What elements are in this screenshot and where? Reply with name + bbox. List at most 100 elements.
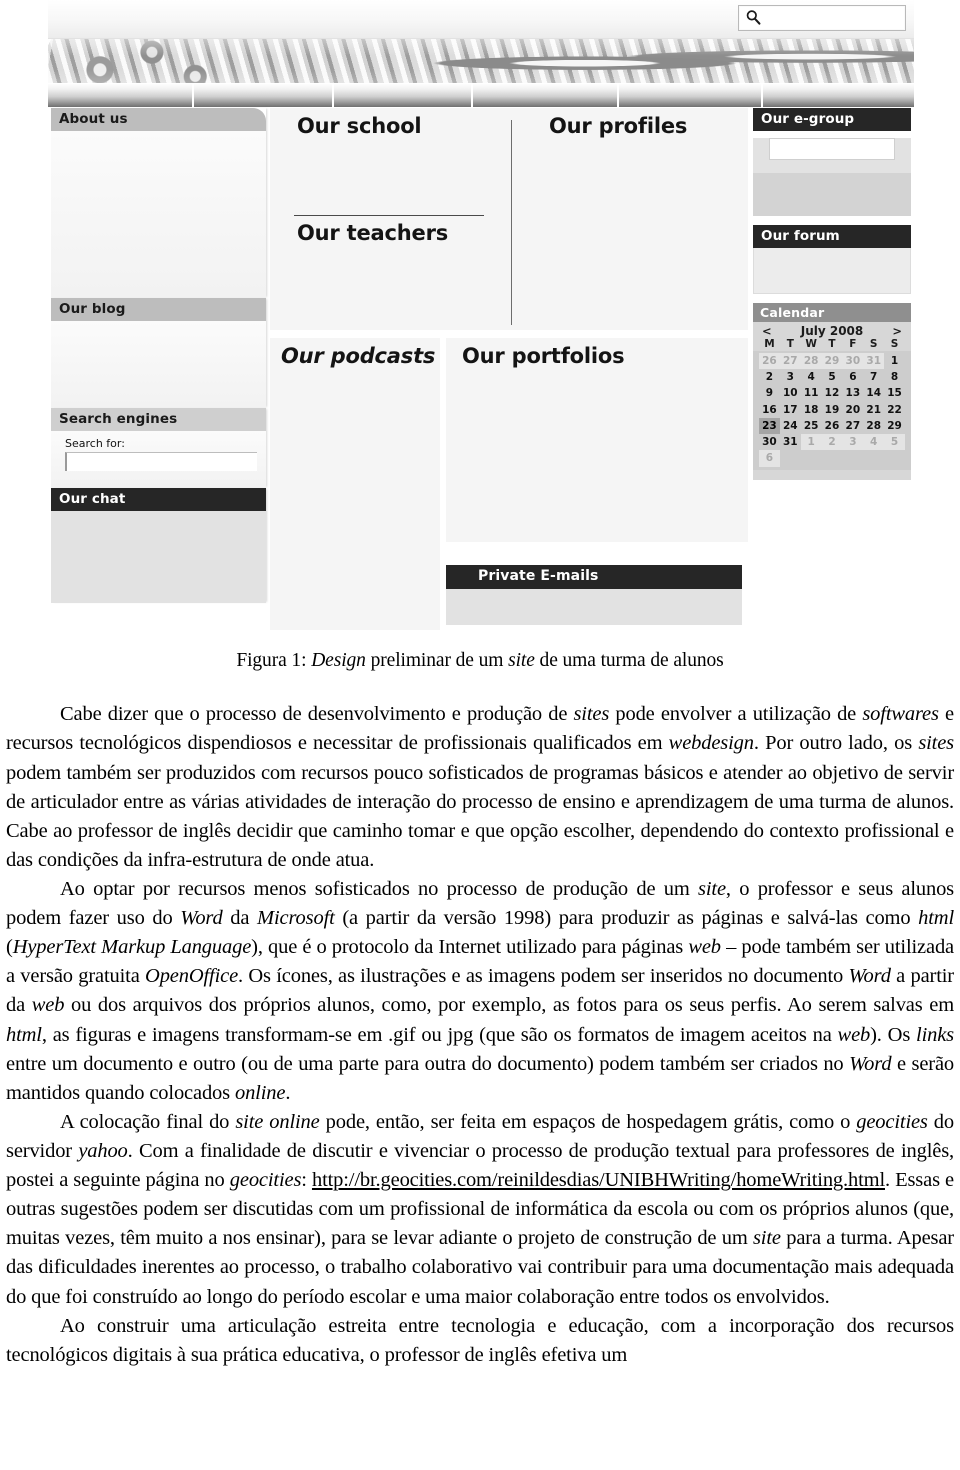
calendar-day[interactable]: 29 — [884, 418, 905, 434]
nav-tab-1[interactable] — [48, 84, 194, 107]
panel-about-us-title: About us — [51, 108, 266, 131]
panel-upper-content: Our school Our teachers Our profiles — [270, 108, 748, 330]
spacer-right-2 — [753, 293, 911, 303]
calendar-day[interactable]: 3 — [780, 369, 801, 385]
heading-our-profiles[interactable]: Our profiles — [549, 116, 687, 137]
nav-tab-2[interactable] — [194, 84, 334, 107]
panel-our-blog-title: Our blog — [51, 297, 266, 321]
main-navigation-bar — [48, 84, 914, 107]
calendar-dow-4: F — [849, 337, 857, 350]
calendar-day[interactable]: 7 — [863, 369, 884, 385]
calendar-day[interactable]: 17 — [780, 402, 801, 418]
calendar-dow-2: W — [805, 337, 817, 350]
calendar-day[interactable]: 1 — [884, 353, 905, 369]
calendar-day[interactable]: 20 — [842, 402, 863, 418]
calendar-dow-5: S — [869, 337, 878, 350]
panel-our-blog-body — [51, 320, 266, 408]
calendar-day[interactable]: 31 — [863, 352, 885, 370]
panel-our-egroup[interactable]: Our e-group — [753, 108, 911, 216]
heading-our-school[interactable]: Our school — [297, 116, 422, 137]
calendar-day[interactable]: 9 — [759, 385, 780, 401]
calendar-day[interactable]: 12 — [822, 385, 843, 401]
calendar-dow-6: S — [890, 337, 899, 350]
calendar-day[interactable]: 16 — [759, 402, 780, 418]
calendar-prev-button[interactable]: < — [762, 324, 772, 338]
paragraph-1: Cabe dizer que o processo de desenvolvim… — [6, 703, 955, 871]
calendar-day[interactable]: 24 — [780, 418, 801, 434]
calendar-dow-0: M — [764, 337, 775, 350]
egroup-input[interactable] — [769, 137, 895, 160]
calendar-day[interactable]: 21 — [863, 402, 884, 418]
heading-our-teachers[interactable]: Our teachers — [297, 223, 448, 244]
website-mockup-figure: About us Our blog Search engines Search … — [48, 0, 914, 638]
calendar-day[interactable]: 5 — [822, 369, 843, 385]
nav-tab-3[interactable] — [334, 84, 473, 107]
calendar-day[interactable]: 10 — [780, 385, 801, 401]
calendar-day[interactable]: 2 — [759, 369, 780, 385]
nav-tab-4[interactable] — [473, 84, 619, 107]
calendar-day[interactable]: 25 — [801, 418, 822, 434]
calendar-day[interactable]: 3 — [842, 434, 864, 451]
calendar-dow-3: T — [828, 337, 836, 350]
calendar-day[interactable]: 4 — [801, 369, 822, 385]
calendar-day[interactable]: 30 — [842, 352, 864, 370]
caption-design: Design — [311, 650, 366, 671]
calendar-day-selected[interactable]: 23 — [759, 417, 780, 435]
calendar-day[interactable]: 26 — [822, 418, 843, 434]
panel-our-blog[interactable]: Our blog — [51, 297, 266, 408]
site-search-box[interactable] — [738, 5, 906, 31]
calendar-day[interactable]: 8 — [884, 369, 905, 385]
nav-tab-6[interactable] — [763, 84, 914, 107]
calendar-day[interactable]: 22 — [884, 402, 905, 418]
calendar-day[interactable]: 29 — [821, 352, 843, 370]
calendar-day-grid[interactable]: 26 27 28 29 30 31 1 2 3 4 5 6 7 8 9 10 11 12 13 14 15 16 17 18 1… — [753, 350, 911, 470]
panel-search-engines[interactable]: Search engines Search for: — [51, 407, 266, 488]
panel-our-forum-body — [753, 247, 911, 294]
calendar-widget[interactable]: Calendar < July 2008 > MTWTFSS 26 27 28 29 3… — [753, 302, 911, 480]
panel-our-chat-body — [51, 510, 266, 603]
calendar-day[interactable]: 30 — [759, 434, 780, 450]
spacer-right-1 — [753, 215, 911, 225]
calendar-day-headers: MTWTFSS — [753, 338, 911, 351]
calendar-day[interactable]: 5 — [884, 434, 905, 451]
calendar-day[interactable]: 11 — [801, 385, 822, 401]
calendar-day[interactable]: 26 — [759, 352, 780, 370]
panel-our-chat[interactable]: Our chat — [51, 487, 266, 603]
calendar-footer — [753, 469, 911, 480]
paragraph-3: A colocação final do site online pode, e… — [6, 1110, 955, 1308]
panel-lower-content: Our podcasts Our portfolios Private E-ma… — [270, 338, 748, 630]
calendar-day[interactable]: 6 — [842, 369, 863, 385]
calendar-day[interactable]: 1 — [800, 434, 822, 451]
divider-vertical-main — [511, 120, 512, 325]
calendar-day[interactable]: 4 — [863, 434, 885, 451]
search-for-input[interactable] — [65, 451, 257, 471]
panel-about-us-body — [51, 130, 266, 298]
calendar-day[interactable]: 27 — [842, 418, 863, 434]
calendar-day[interactable]: 18 — [801, 402, 822, 418]
calendar-day[interactable]: 28 — [863, 418, 884, 434]
nav-tab-5[interactable] — [619, 84, 763, 107]
caption-site: site — [508, 650, 535, 671]
panel-about-us[interactable]: About us — [51, 108, 266, 298]
calendar-day[interactable]: 2 — [821, 434, 843, 451]
calendar-day[interactable]: 13 — [842, 385, 863, 401]
calendar-day[interactable]: 19 — [822, 402, 843, 418]
panel-our-portfolios: Our portfolios — [446, 338, 748, 542]
calendar-day[interactable]: 15 — [884, 385, 905, 401]
heading-our-podcasts[interactable]: Our podcasts — [281, 346, 435, 367]
calendar-day[interactable]: 28 — [800, 352, 822, 370]
calendar-next-button[interactable]: > — [892, 324, 902, 338]
calendar-day[interactable]: 6 — [759, 450, 780, 467]
geocities-url-link[interactable]: http://br.geocities.com/reinildesdias/UN… — [312, 1169, 885, 1191]
paragraph-2: Ao optar por recursos menos sofisticados… — [6, 877, 955, 1104]
panel-our-egroup-body — [753, 137, 911, 173]
heading-our-portfolios[interactable]: Our portfolios — [462, 346, 625, 367]
banner-photo — [48, 39, 914, 83]
caption-suffix: de uma turma de alunos — [534, 650, 724, 671]
calendar-day[interactable]: 31 — [780, 434, 801, 450]
right-sidebar: Our e-group Our forum Calendar < July 20… — [753, 108, 911, 480]
calendar-day[interactable]: 27 — [779, 352, 801, 370]
calendar-day[interactable]: 14 — [863, 385, 884, 401]
panel-private-emails[interactable]: Private E-mails — [446, 565, 742, 625]
panel-our-forum[interactable]: Our forum — [753, 224, 911, 294]
